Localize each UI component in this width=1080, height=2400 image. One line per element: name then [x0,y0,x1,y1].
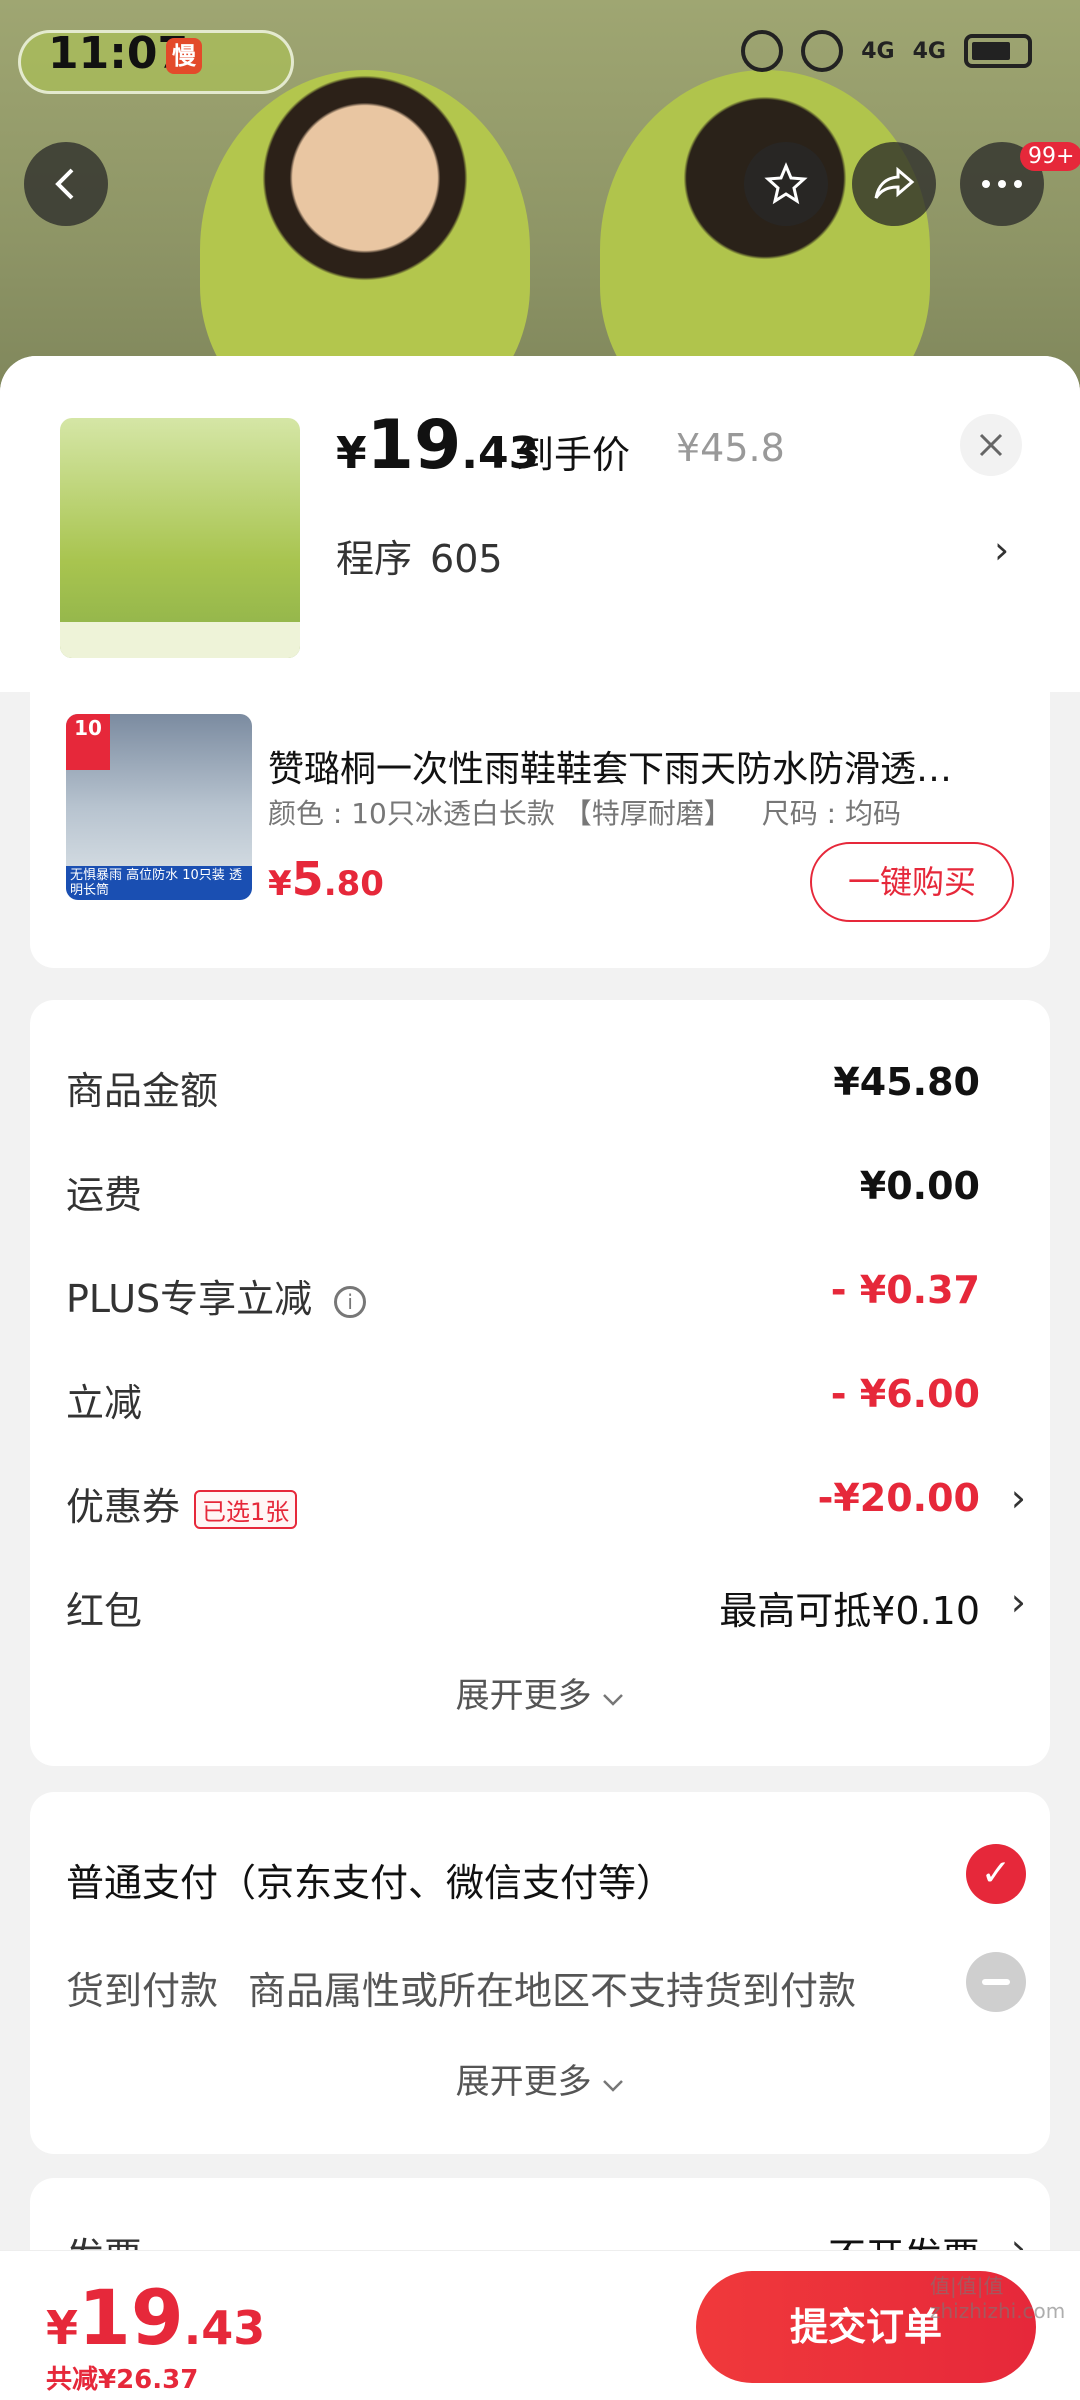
fee-label: 优惠券 [66,1485,181,1529]
total-integer: 19 [78,2273,184,2362]
fee-value: ¥0.00 [859,1164,980,1208]
star-icon [764,162,808,205]
fee-row-shipping: 运费 ¥0.00 [66,1156,1026,1217]
eye-icon [741,30,784,72]
chevron-right-icon[interactable]: › [1011,1476,1026,1520]
close-button[interactable] [960,414,1022,476]
rec-price-integer: 5 [291,852,324,906]
payment-expand-more[interactable]: 展开更多 [30,2054,1050,2103]
program-value: 605 [430,537,503,581]
chevron-down-icon [603,1694,624,1706]
payment-option-label: 货到付款 [66,1969,219,2013]
one-click-buy-button[interactable]: 一键购买 [810,842,1014,922]
message-count-badge: 99+ [1020,142,1080,171]
fee-value: ¥45.80 [833,1060,980,1104]
site-watermark: 值|值|值 zhizhizhi.com [930,2274,1066,2323]
recommended-product-image[interactable]: 10 无惧暴雨 高位防水 10只装 透明长筒 [66,714,252,900]
fee-label-wrap: PLUS专享立减 i [66,1268,367,1323]
fee-breakdown-card: 商品金额 ¥45.80 运费 ¥0.00 PLUS专享立减 i - ¥0.37 立… [30,1000,1050,1766]
recommended-product-spec: 颜色 : 10只冰透白长款 【特厚耐磨】 尺码 : 均码 [268,792,901,832]
fees-expand-more[interactable]: 展开更多 [30,1668,1050,1717]
payment-option-cod: 货到付款 商品属性或所在地区不支持货到付款 [66,1952,1026,2015]
payment-method-card: 普通支付（京东支付、微信支付等） ✓ 货到付款 商品属性或所在地区不支持货到付款 … [30,1792,1050,2154]
payment-option-note: 商品属性或所在地区不支持货到付款 [248,1969,857,2013]
disabled-radio-icon [966,1952,1026,2012]
fee-row-goods-amount: 商品金额 ¥45.80 [66,1052,1026,1113]
fee-label: 运费 [66,1173,143,1217]
fee-label: PLUS专享立减 [66,1277,313,1321]
product-thumbnail[interactable] [60,418,300,658]
coupon-selected-tag: 已选1张 [194,1490,298,1529]
fee-row-instant-discount: 立减 - ¥6.00 [66,1364,1026,1425]
product-image-caption: 无惧暴雨 高位防水 10只装 透明长筒 [66,866,252,900]
payment-option-standard[interactable]: 普通支付（京东支付、微信支付等） ✓ [66,1844,1026,1905]
recommended-product-card: 10 无惧暴雨 高位防水 10只装 透明长筒 赞璐桐一次性雨鞋鞋套下雨天防水防滑… [30,692,1050,968]
share-button[interactable] [852,142,936,226]
fee-row-coupon[interactable]: 优惠券 已选1张 -¥20.00 › [66,1468,1026,1531]
order-confirm-page: 11:07 慢 4G 4G 99+ ¥19.43 到手价 ¥45.8 程序 60… [0,0,1080,2400]
fee-label-wrap: 优惠券 已选1张 [66,1476,298,1531]
battery-icon [964,34,1032,68]
more-dots-icon [982,180,1022,188]
payment-option-label-wrap: 货到付款 商品属性或所在地区不支持货到付款 [66,1960,856,2015]
rec-price-currency: ¥ [268,864,292,904]
total-price: ¥19.43 [46,2273,265,2362]
total-currency: ¥ [46,2301,79,2355]
original-price: ¥45.8 [676,426,785,470]
share-icon [874,166,915,199]
expand-label: 展开更多 [455,2062,592,2102]
order-sheet: ¥19.43 到手价 ¥45.8 程序 605 › 10 无惧暴雨 高位防水 10… [0,356,1080,2400]
price-summary: ¥19.43 到手价 ¥45.8 程序 605 › [0,356,1080,692]
program-label: 程序 [336,537,413,581]
hero-photo-back [600,70,930,400]
deal-price: ¥19.43 [336,406,539,485]
fee-row-red-packet[interactable]: 红包 最高可抵¥0.10 › [66,1572,1026,1633]
fee-row-plus-discount[interactable]: PLUS专享立减 i - ¥0.37 [66,1260,1026,1323]
info-icon[interactable]: i [334,1285,367,1318]
checkmark-icon[interactable]: ✓ [966,1844,1026,1904]
fee-value: - ¥6.00 [830,1372,980,1416]
fee-label: 立减 [66,1381,143,1425]
size-spec: 尺码 : 均码 [761,797,902,830]
fee-value: 最高可抵¥0.10 [719,1589,980,1633]
status-icons: 4G 4G [741,30,1032,72]
program-row[interactable]: 程序 605 [336,528,503,583]
back-button[interactable] [24,142,108,226]
status-bar: 11:07 慢 4G 4G [0,0,1080,110]
total-decimal: .43 [183,2301,266,2355]
chevron-down-icon [603,2080,624,2092]
recommended-product-price: ¥5.80 [268,852,384,906]
signal-icon-1: 4G [861,38,895,64]
alarm-icon [801,30,844,72]
deal-price-currency: ¥ [336,428,367,479]
size-chart-strip [60,622,300,658]
payment-option-label: 普通支付（京东支付、微信支付等） [66,1861,675,1905]
checkout-bar: ¥19.43 共减¥26.37 提交订单 [0,2250,1080,2400]
close-icon [979,433,1003,457]
deal-price-integer: 19 [366,406,462,485]
expand-label: 展开更多 [455,1676,592,1716]
chevron-right-icon[interactable]: › [994,528,1009,572]
fee-label: 红包 [66,1589,143,1633]
fee-value: - ¥0.37 [830,1268,980,1312]
rec-price-decimal: .80 [323,864,384,904]
recommended-product-title[interactable]: 赞璐桐一次性雨鞋鞋套下雨天防水防滑透… [268,740,1028,792]
fee-value: -¥20.00 [817,1476,980,1520]
fee-label: 商品金额 [66,1069,219,1113]
deal-price-label: 到手价 [516,433,631,477]
color-spec: 颜色 : 10只冰透白长款 【特厚耐磨】 [268,797,732,830]
pack-count-badge: 10 [66,714,110,770]
chevron-right-icon[interactable]: › [1011,1580,1026,1624]
total-savings: 共减¥26.37 [46,2365,199,2395]
app-notification-icon: 慢 [166,38,202,74]
signal-icon-2: 4G [912,38,946,64]
hero-photo-front [200,70,530,400]
chevron-left-icon [55,168,74,200]
favorite-button[interactable] [744,142,828,226]
